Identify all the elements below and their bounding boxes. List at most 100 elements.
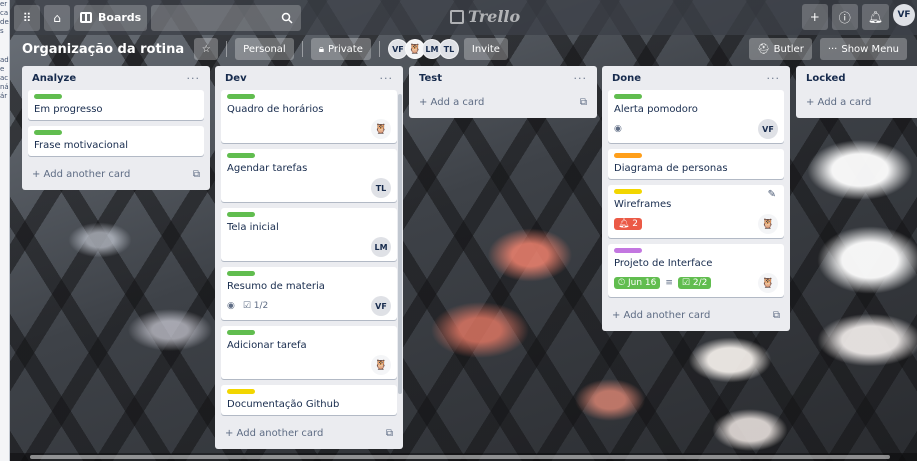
trello-logo-icon: [450, 9, 464, 24]
nav-right-group: + ⓘ 🔔︎ VF: [801, 4, 915, 30]
card[interactable]: Projeto de Interface 🕓︎ Jun 16 ≡ ☑ 2/2 🦉: [608, 244, 784, 297]
card-label[interactable]: [227, 153, 255, 158]
card-member-avatar[interactable]: VF: [371, 296, 391, 316]
card-label[interactable]: [227, 271, 255, 276]
card-footer: ◉ ☑ 1/2 VF: [227, 296, 391, 316]
list-title[interactable]: Test: [419, 73, 442, 84]
list-title[interactable]: Dev: [225, 73, 247, 84]
card-label[interactable]: [227, 330, 255, 335]
card-label[interactable]: [614, 94, 642, 99]
invite-button[interactable]: Invite: [463, 38, 508, 60]
notification-count: 2: [632, 219, 639, 229]
card-label[interactable]: [34, 130, 62, 135]
home-button[interactable]: ⌂: [44, 4, 70, 31]
card[interactable]: Documentação Github: [221, 385, 397, 415]
template-icon[interactable]: ⧉: [193, 169, 200, 180]
create-button[interactable]: +: [801, 4, 828, 30]
card[interactable]: Alerta pomodoro ◉ VF: [608, 90, 784, 143]
pencil-icon[interactable]: ✎: [768, 189, 776, 200]
add-card-label: + Add a card: [806, 96, 872, 108]
card-member-avatar[interactable]: 🦉: [758, 273, 778, 293]
add-card-button[interactable]: + Add another card ⧉: [28, 162, 204, 186]
list-title[interactable]: Analyze: [32, 73, 76, 84]
template-icon[interactable]: ⧉: [773, 310, 780, 321]
card-label[interactable]: [614, 248, 642, 253]
add-card-button[interactable]: + Add another card ⧉: [221, 421, 397, 445]
card-member-avatar[interactable]: 🦉: [758, 214, 778, 234]
card[interactable]: Wireframes ✎ 🔔︎ 2 🦉: [608, 185, 784, 238]
board-header: Organização da rotina ☆ Personal 🔒︎ Priv…: [10, 35, 917, 63]
card-member-avatar[interactable]: LM: [371, 237, 391, 257]
card-label[interactable]: [227, 212, 255, 217]
scrollbar-thumb[interactable]: [30, 455, 890, 459]
boards-button[interactable]: Boards: [74, 4, 148, 31]
list-menu-icon[interactable]: ···: [187, 72, 201, 85]
card-title: Em progresso: [34, 104, 103, 115]
add-card-button[interactable]: + Add a card ⧉: [415, 90, 591, 114]
due-date: Jun 16: [627, 278, 657, 288]
card-label[interactable]: [34, 94, 62, 99]
list-header[interactable]: Analyze ···: [28, 66, 204, 90]
board-horizontal-scrollbar[interactable]: [10, 453, 917, 461]
bell-icon: 🔔︎: [867, 10, 883, 24]
info-icon: ⓘ: [838, 10, 851, 25]
show-menu-label: Show Menu: [841, 43, 899, 55]
add-card-button[interactable]: + Add a card: [802, 90, 917, 114]
due-date-badge[interactable]: 🕓︎ Jun 16: [614, 277, 661, 289]
search-input[interactable]: [151, 4, 302, 31]
header-divider: [301, 41, 303, 57]
top-navigation: ⠿ ⌂ Boards Trello + ⓘ 🔔︎ VF: [10, 0, 917, 35]
card-label[interactable]: [614, 189, 642, 194]
template-icon[interactable]: ⧉: [580, 97, 587, 108]
card-member-avatar[interactable]: TL: [371, 178, 391, 198]
list-menu-icon[interactable]: ···: [574, 72, 588, 85]
more-icon: ···: [827, 43, 838, 55]
show-menu-button[interactable]: ··· Show Menu: [819, 38, 907, 60]
window-text-line: s: [0, 27, 4, 35]
card-member-avatar[interactable]: 🦉: [371, 355, 391, 375]
add-card-button[interactable]: + Add another card ⧉: [608, 303, 784, 327]
card[interactable]: Quadro de horários 🦉: [221, 90, 397, 143]
butler-button[interactable]: ⛑︎ Butler: [748, 38, 812, 60]
user-avatar[interactable]: VF: [893, 4, 915, 26]
list-header[interactable]: Dev ···: [221, 66, 397, 90]
privacy-button[interactable]: 🔒︎ Private: [310, 38, 371, 60]
template-icon[interactable]: ⧉: [386, 428, 393, 439]
notifications-button[interactable]: 🔔︎: [861, 4, 889, 30]
card-label[interactable]: [227, 94, 255, 99]
card[interactable]: Frase motivacional: [28, 126, 204, 156]
card[interactable]: Agendar tarefas TL: [221, 149, 397, 202]
apps-button[interactable]: ⠿: [14, 4, 40, 31]
card-footer: LM: [227, 237, 391, 257]
list-header[interactable]: Done ···: [608, 66, 784, 90]
card[interactable]: Em progresso: [28, 90, 204, 120]
card-label[interactable]: [614, 153, 642, 158]
list-test: Test ··· + Add a card ⧉: [409, 66, 597, 118]
card-label[interactable]: [227, 389, 255, 394]
list-header[interactable]: Test ···: [415, 66, 591, 90]
card-member-avatar[interactable]: VF: [758, 119, 778, 139]
list-scrollbar[interactable]: [398, 94, 402, 394]
list-title[interactable]: Locked: [806, 73, 846, 84]
card-footer: 🦉: [227, 355, 391, 375]
list-menu-icon[interactable]: ···: [380, 72, 394, 85]
star-button[interactable]: ☆: [194, 38, 219, 60]
list-header[interactable]: Locked: [802, 66, 917, 90]
trello-logo[interactable]: Trello: [450, 7, 520, 26]
lock-icon: 🔒︎: [318, 43, 325, 55]
list-title[interactable]: Done: [612, 73, 641, 84]
visibility-button[interactable]: Personal: [235, 38, 294, 60]
info-button[interactable]: ⓘ: [831, 4, 858, 30]
card[interactable]: Tela inicial LM: [221, 208, 397, 261]
card[interactable]: Resumo de materia ◉ ☑ 1/2 VF: [221, 267, 397, 320]
board-title[interactable]: Organização da rotina: [22, 42, 184, 57]
home-icon: ⌂: [53, 10, 61, 25]
list-menu-icon[interactable]: ···: [767, 72, 781, 85]
list-analyze: Analyze ··· Em progresso Frase motivacio…: [22, 66, 210, 190]
card[interactable]: Adicionar tarefa 🦉: [221, 326, 397, 379]
card-member-avatar[interactable]: 🦉: [371, 119, 391, 139]
boards-icon: [80, 12, 92, 23]
card-title: Alerta pomodoro: [614, 104, 698, 115]
member-avatar[interactable]: TL: [438, 39, 459, 59]
card[interactable]: Diagrama de personas: [608, 149, 784, 179]
